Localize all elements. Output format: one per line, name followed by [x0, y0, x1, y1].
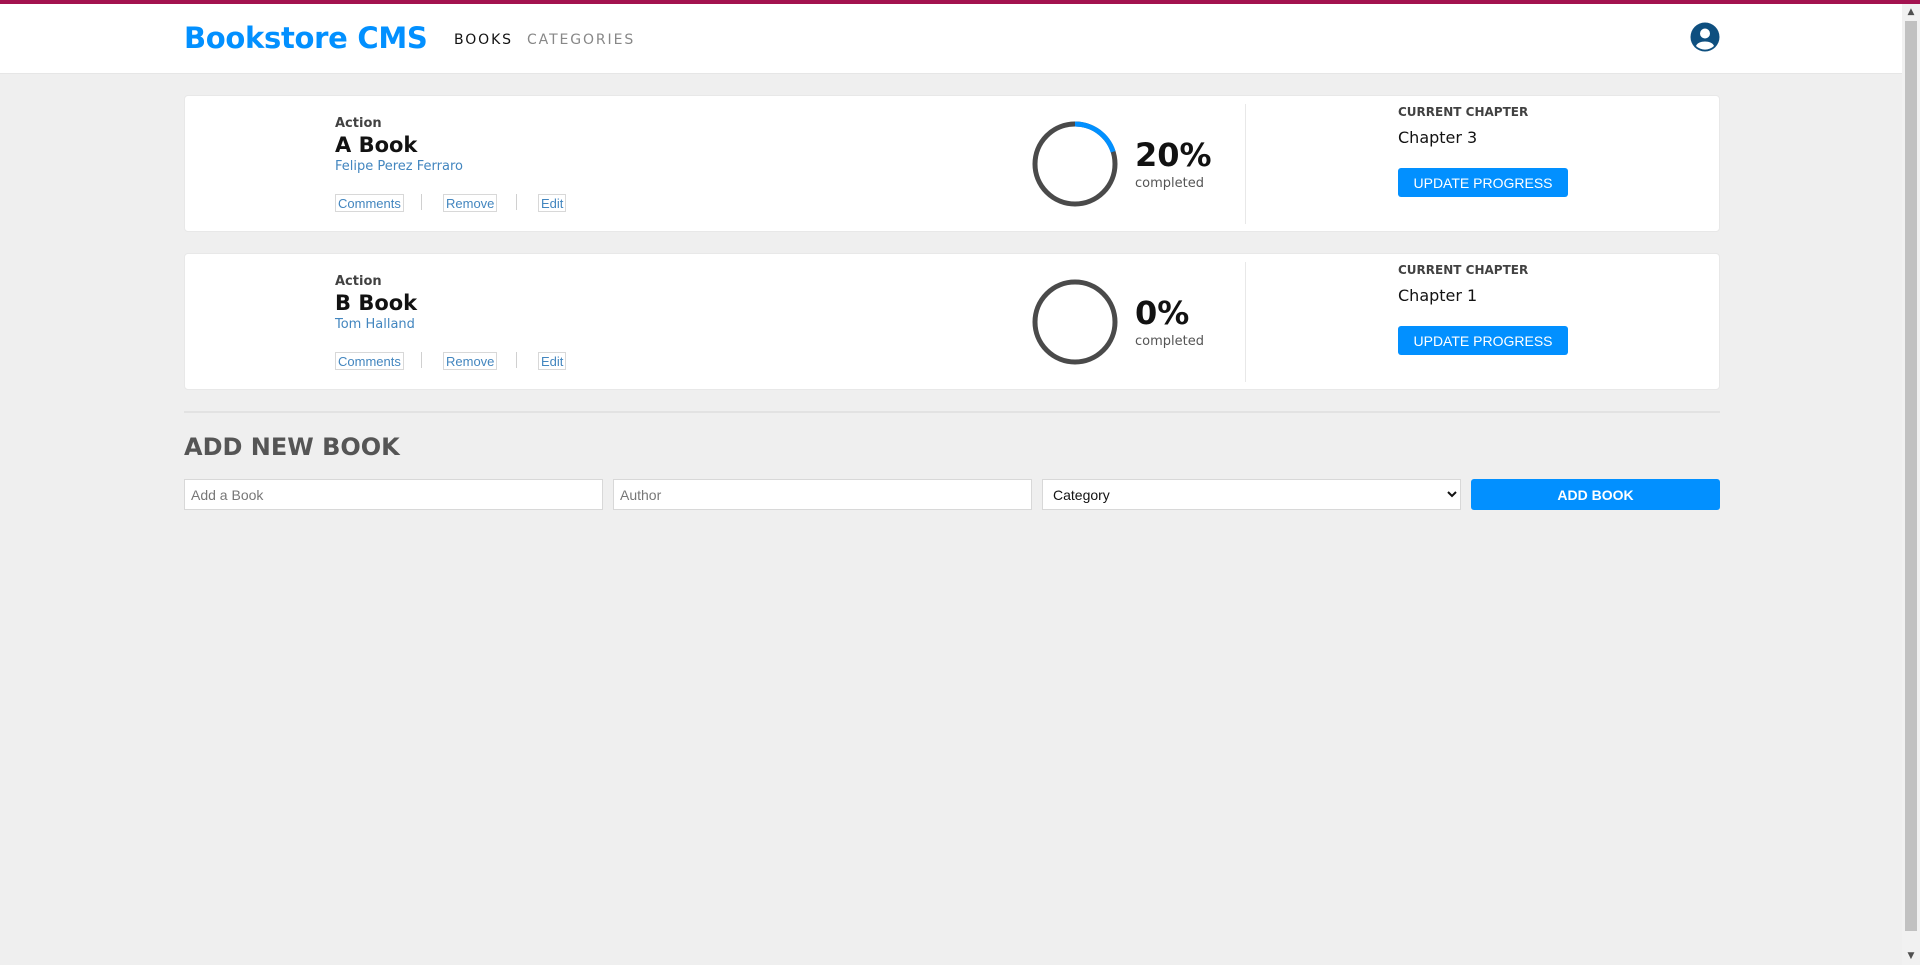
- user-avatar-icon[interactable]: [1690, 22, 1720, 52]
- book-genre: Action: [335, 274, 382, 289]
- book-author: Tom Halland: [335, 317, 415, 332]
- scroll-up-arrow-icon[interactable]: ▲: [1902, 4, 1920, 21]
- current-chapter-value: Chapter 1: [1398, 286, 1478, 305]
- book-genre: Action: [335, 116, 382, 131]
- vertical-scrollbar[interactable]: ▲ ▼: [1902, 4, 1920, 965]
- remove-button[interactable]: Remove: [443, 194, 498, 212]
- scroll-down-arrow-icon[interactable]: ▼: [1902, 948, 1920, 965]
- nav-categories[interactable]: CATEGORIES: [527, 32, 635, 48]
- current-chapter-label: CURRENT CHAPTER: [1398, 263, 1529, 277]
- progress-completed-label: completed: [1135, 176, 1204, 191]
- progress-ring-track: [1032, 279, 1118, 365]
- remove-button[interactable]: Remove: [443, 352, 498, 370]
- update-progress-button[interactable]: UPDATE PROGRESS: [1398, 168, 1568, 197]
- section-divider: [184, 411, 1720, 413]
- current-chapter-value: Chapter 3: [1398, 128, 1478, 147]
- comments-button[interactable]: Comments: [335, 194, 404, 212]
- progress-percent: 0%: [1135, 294, 1190, 332]
- comments-button[interactable]: Comments: [335, 352, 404, 370]
- action-separator: [421, 194, 422, 210]
- book-author: Felipe Perez Ferraro: [335, 159, 463, 174]
- action-separator: [421, 352, 422, 368]
- app-logo[interactable]: Bookstore CMS: [184, 21, 428, 55]
- progress-ring: [1032, 279, 1118, 365]
- progress-percent: 20%: [1135, 136, 1212, 174]
- category-select[interactable]: Category: [1042, 479, 1461, 510]
- book-title-input[interactable]: [184, 479, 603, 510]
- edit-button[interactable]: Edit: [538, 194, 567, 212]
- progress-ring: [1032, 121, 1118, 207]
- current-chapter-label: CURRENT CHAPTER: [1398, 105, 1529, 119]
- scrollbar-thumb[interactable]: [1905, 21, 1917, 931]
- author-input[interactable]: [613, 479, 1032, 510]
- book-card: Action A Book Felipe Perez Ferraro Comme…: [184, 95, 1720, 232]
- nav-books[interactable]: BOOKS: [454, 32, 513, 48]
- card-divider: [1245, 262, 1246, 382]
- book-card: Action B Book Tom Halland Comments Remov…: [184, 253, 1720, 390]
- update-progress-button[interactable]: UPDATE PROGRESS: [1398, 326, 1568, 355]
- progress-completed-label: completed: [1135, 334, 1204, 349]
- card-divider: [1245, 104, 1246, 224]
- action-separator: [516, 352, 517, 368]
- action-separator: [516, 194, 517, 210]
- book-title: A Book: [335, 133, 418, 157]
- add-book-heading: ADD NEW BOOK: [184, 433, 400, 461]
- header: Bookstore CMS BOOKS CATEGORIES: [0, 4, 1902, 74]
- add-book-button[interactable]: ADD BOOK: [1471, 479, 1720, 510]
- edit-button[interactable]: Edit: [538, 352, 567, 370]
- book-title: B Book: [335, 291, 418, 315]
